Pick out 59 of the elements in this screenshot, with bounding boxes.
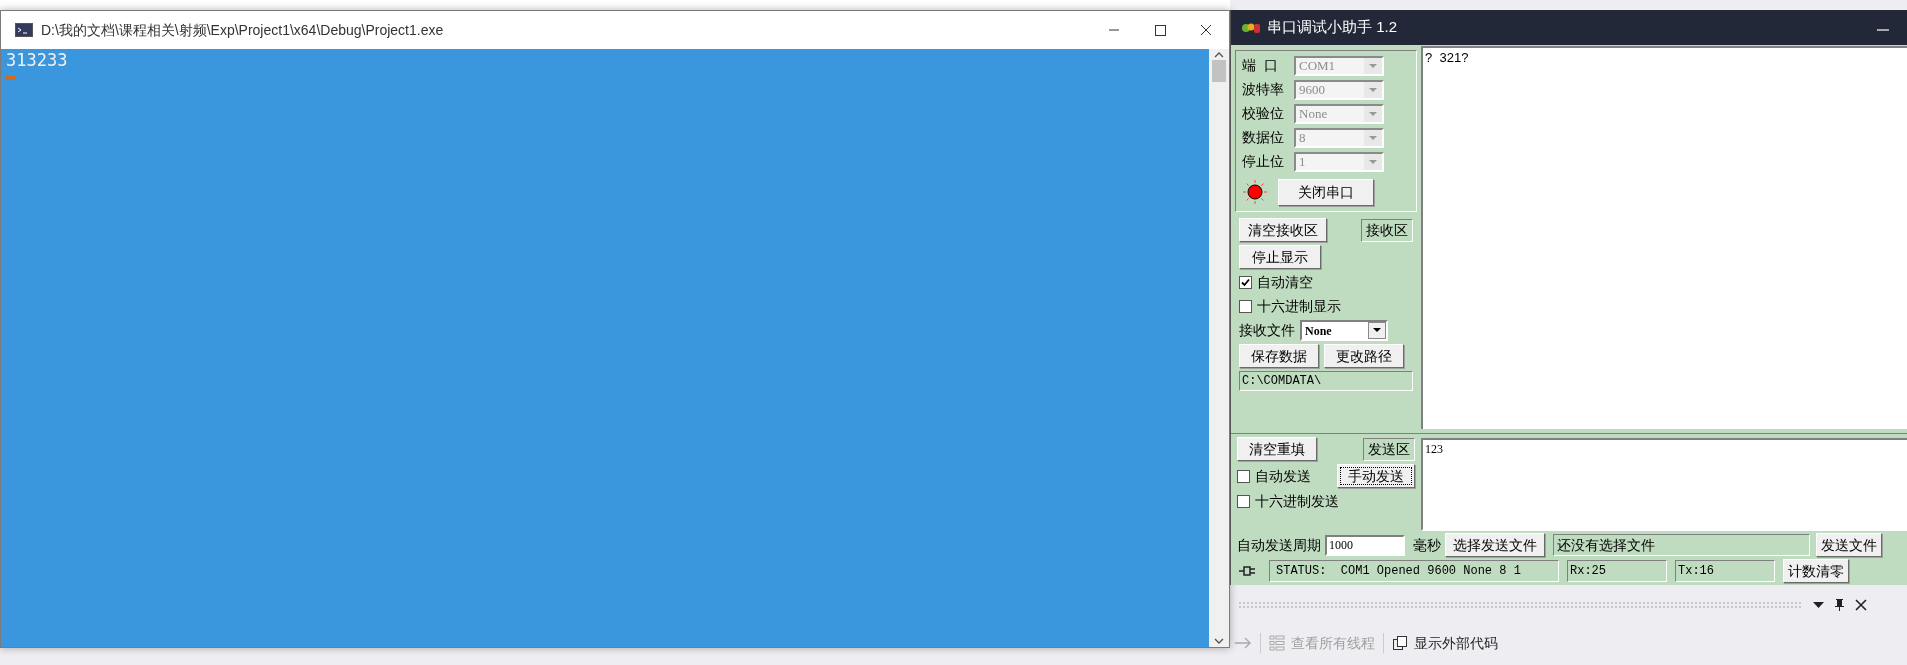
window-title: D:\我的文档\课程相关\射频\Exp\Project1\x64\Debug\Project1.exe <box>41 20 444 40</box>
checkbox-label: 十六进制发送 <box>1255 492 1339 511</box>
checkbox-label: 自动清空 <box>1257 273 1313 292</box>
caret-icon <box>1364 81 1382 98</box>
copy-icon <box>1392 635 1408 651</box>
receive-area: ? 321? <box>1421 46 1907 429</box>
field-label: 自动发送周期 <box>1237 535 1321 555</box>
scrollbar[interactable] <box>1209 49 1229 647</box>
caret-icon <box>1364 105 1382 122</box>
checkbox-label: 十六进制显示 <box>1257 297 1341 316</box>
period-field[interactable]: 1000 <box>1325 534 1405 556</box>
caret-icon <box>1364 57 1382 74</box>
rx-count: Rx:25 <box>1567 560 1667 582</box>
scroll-down-icon[interactable] <box>1214 638 1224 645</box>
choose-file-button[interactable]: 选择发送文件 <box>1445 533 1545 557</box>
caret-icon <box>1364 153 1382 170</box>
plug-icon <box>1237 564 1257 578</box>
scroll-thumb[interactable] <box>1212 60 1226 82</box>
checkbox[interactable] <box>1237 495 1250 508</box>
close-icon[interactable] <box>1855 599 1867 611</box>
checkbox-label: 自动发送 <box>1255 466 1311 486</box>
save-data-button[interactable]: 保存数据 <box>1239 344 1319 368</box>
send-file-button[interactable]: 发送文件 <box>1816 533 1882 557</box>
change-path-button[interactable]: 更改路径 <box>1324 344 1404 368</box>
tx-count: Tx:16 <box>1675 560 1775 582</box>
checkbox[interactable] <box>1237 469 1250 483</box>
caret-icon <box>1364 129 1382 146</box>
setting-label: 数据位 <box>1242 128 1285 147</box>
dropdown-caret-icon[interactable] <box>1813 601 1824 609</box>
file-dropdown[interactable]: None <box>1300 320 1388 341</box>
console-output: 313233 <box>6 50 68 70</box>
stop-display-button[interactable]: 停止显示 <box>1239 245 1321 269</box>
file-status: 还没有选择文件 <box>1553 534 1810 556</box>
window-title: 串口调试小助手 1.2 <box>1267 17 1398 38</box>
field-label: 接收文件 <box>1239 321 1295 340</box>
setting-label: 停止位 <box>1242 152 1285 171</box>
setting-label: 校验位 <box>1242 104 1285 123</box>
close-port-button[interactable]: 关闭串口 <box>1278 178 1374 206</box>
clear-receive-button[interactable]: 清空接收区 <box>1239 218 1327 242</box>
caret-icon <box>1368 322 1386 339</box>
reset-count-button[interactable]: 计数清零 <box>1783 559 1849 583</box>
scroll-up-icon[interactable] <box>1214 51 1224 58</box>
console-app-icon <box>15 23 33 37</box>
status-text: STATUS: COM1 Opened 9600 None 8 1 <box>1269 560 1559 582</box>
grid-icon <box>1269 635 1285 651</box>
external-code-button[interactable]: 显示外部代码 <box>1392 632 1498 654</box>
send-field[interactable]: 123 <box>1421 438 1907 531</box>
area-label: 接收区 <box>1361 218 1413 242</box>
checkbox[interactable] <box>1239 276 1252 289</box>
path-field: C:\COMDATA\ <box>1239 371 1413 391</box>
area-label: 发送区 <box>1363 437 1415 461</box>
setting-label: 波特率 <box>1242 80 1285 99</box>
manual-send-button[interactable]: 手动发送 <box>1337 464 1415 488</box>
clear-send-button[interactable]: 清空重填 <box>1237 437 1317 461</box>
checkbox[interactable] <box>1239 300 1252 313</box>
pin-icon[interactable] <box>1834 598 1845 612</box>
setting-label: 端 口 <box>1242 56 1279 75</box>
unit-label: 毫秒 <box>1413 535 1441 555</box>
text-cursor <box>6 76 15 80</box>
